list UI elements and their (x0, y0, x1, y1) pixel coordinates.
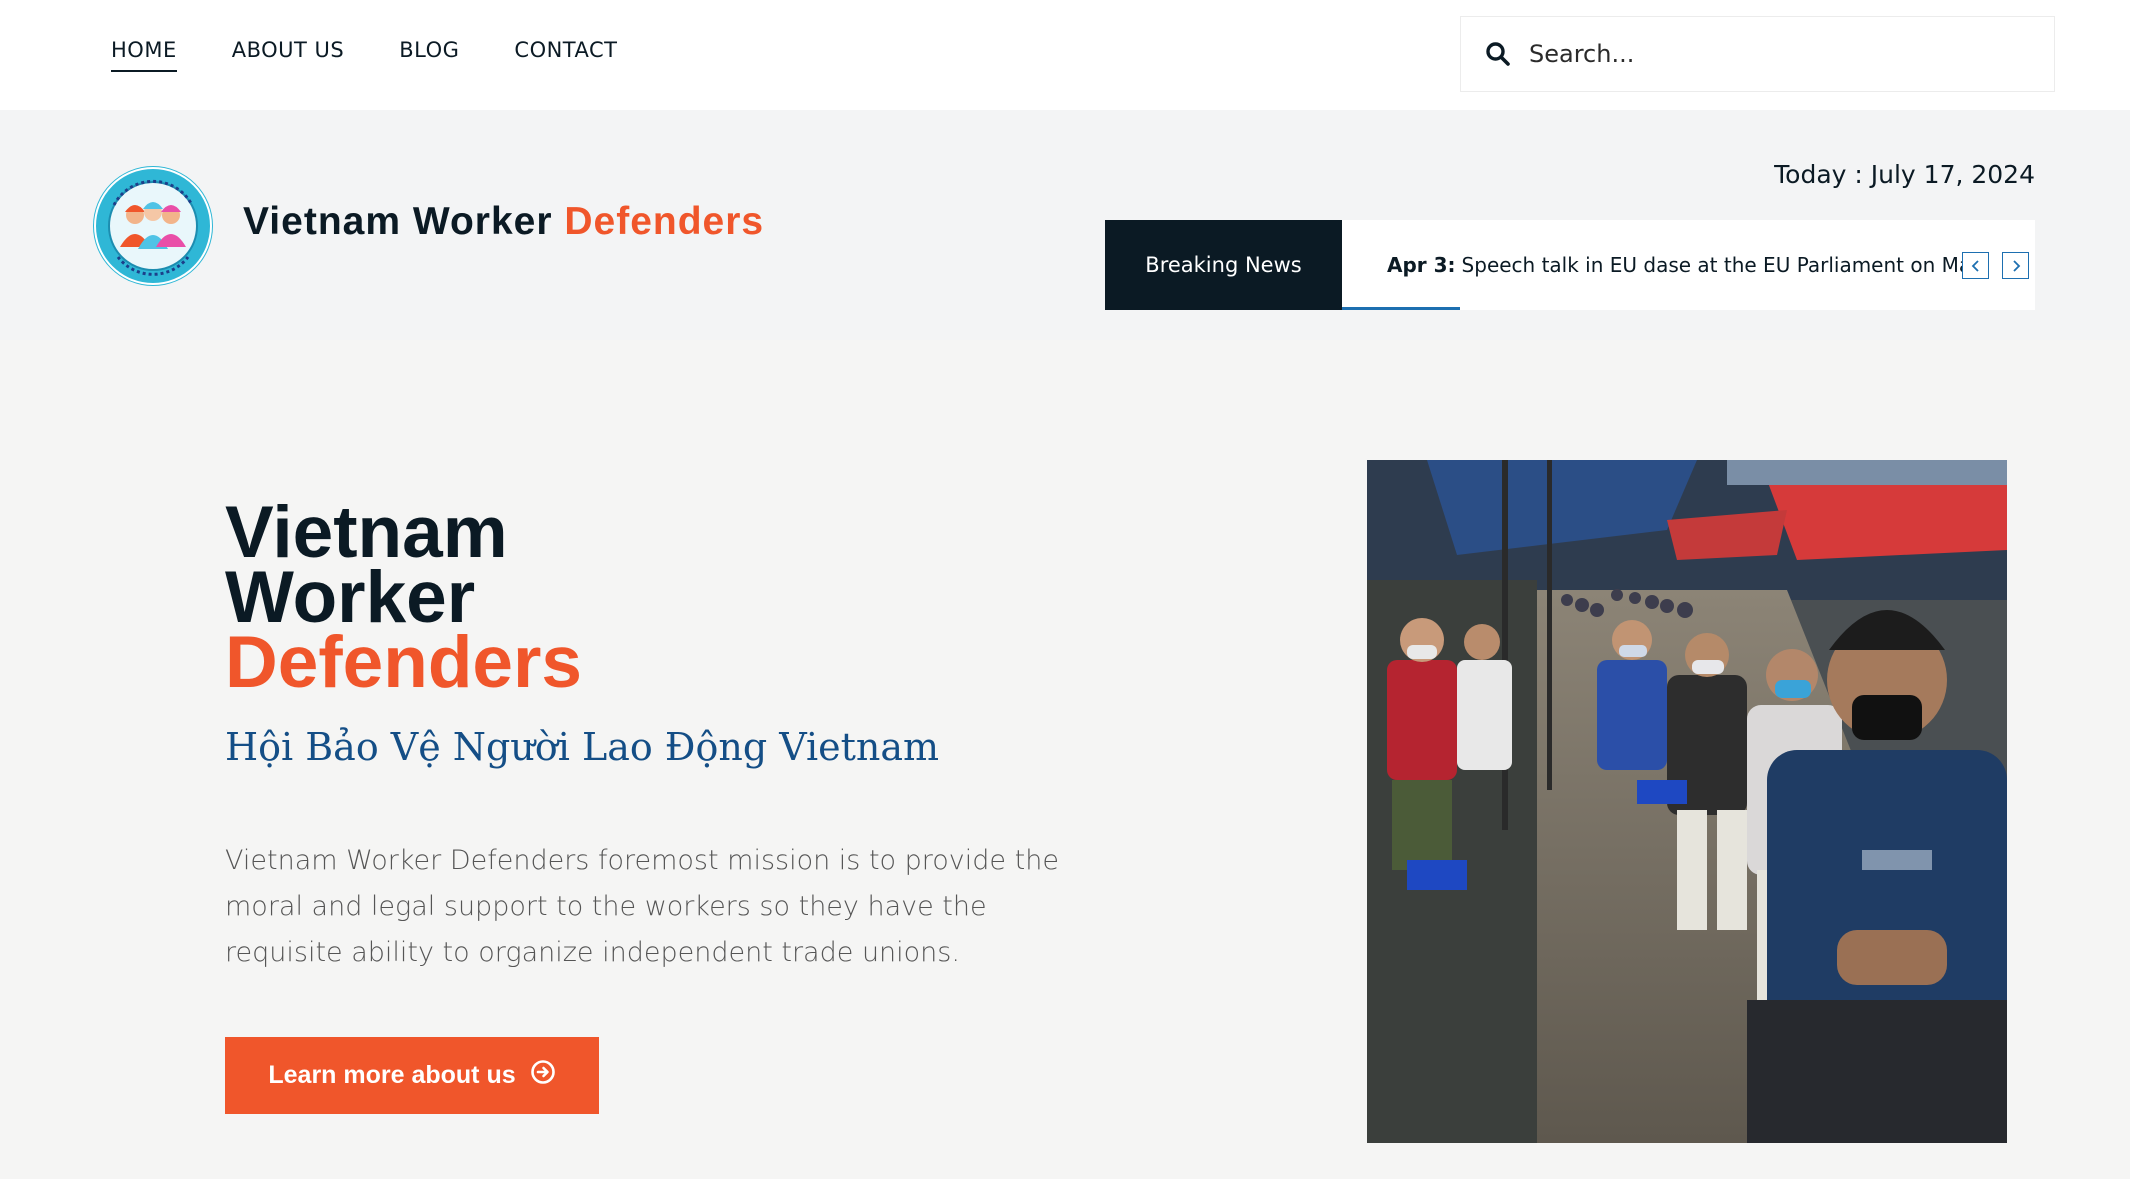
chevron-left-icon[interactable] (1962, 252, 1989, 279)
search-box (1460, 16, 2055, 92)
breaking-news-ticker: Breaking News Apr 3: Speech talk in EU d… (1105, 220, 2035, 310)
organization-logo[interactable] (92, 165, 214, 287)
hero-description: Vietnam Worker Defenders foremost missio… (225, 845, 1059, 968)
arrow-right-circle-icon (530, 1059, 556, 1092)
site-header: Vietnam Worker Defenders Today : July 17… (0, 110, 2130, 340)
brand-name-part1: Vietnam Worker (243, 200, 553, 243)
learn-more-label: Learn more about us (268, 1061, 516, 1089)
nav-home[interactable]: HOME (111, 38, 177, 72)
nav-blog[interactable]: BLOG (399, 38, 459, 72)
ticker-text: Speech talk in EU dase at the EU Parliam… (1461, 253, 1962, 277)
hero-subtitle: Hội Bảo Vệ Người Lao Động Vietnam (225, 725, 940, 769)
main-nav: HOME ABOUT US BLOG CONTACT (111, 38, 618, 72)
nav-about-us[interactable]: ABOUT US (232, 38, 345, 72)
hero-title-line3: Defenders (225, 622, 583, 703)
today-date: Today : July 17, 2024 (1774, 160, 2035, 189)
top-navbar: HOME ABOUT US BLOG CONTACT (0, 0, 2130, 110)
search-input[interactable] (1529, 40, 2029, 68)
brand-name-part2: Defenders (564, 200, 765, 243)
hero-photo (1367, 460, 2007, 1143)
ticker-date: Apr 3: (1387, 253, 1456, 277)
nav-contact[interactable]: CONTACT (514, 38, 617, 72)
ticker-message[interactable]: Apr 3: Speech talk in EU dase at the EU … (1387, 220, 1962, 310)
brand-name[interactable]: Vietnam Worker Defenders (243, 200, 764, 244)
hero-title-line2: Worker (225, 557, 476, 638)
hero-title-line1: Vietnam (225, 492, 508, 573)
chevron-right-icon[interactable] (2002, 252, 2029, 279)
hero-title: Vietnam Worker Defenders (225, 492, 583, 703)
breaking-news-label: Breaking News (1105, 220, 1342, 310)
learn-more-button[interactable]: Learn more about us (225, 1037, 599, 1114)
search-icon[interactable] (1483, 39, 1513, 69)
